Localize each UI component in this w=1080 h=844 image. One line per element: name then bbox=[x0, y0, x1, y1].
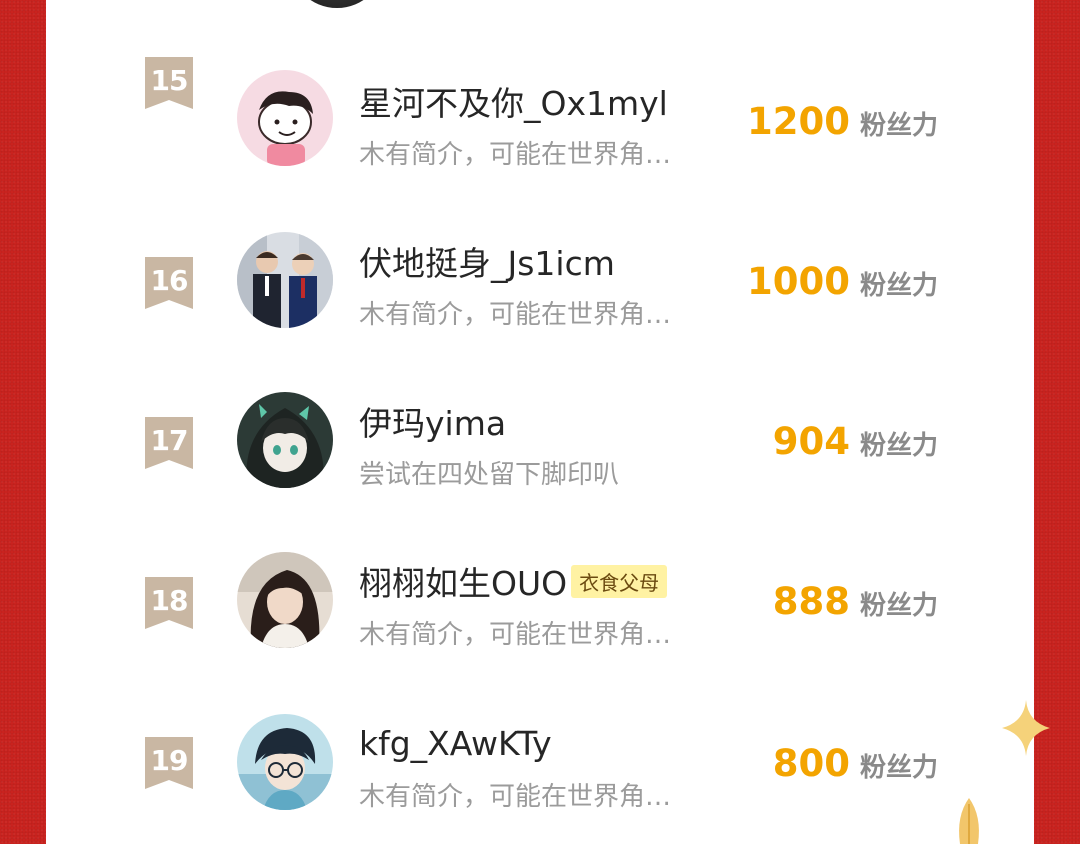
user-name[interactable]: 星河不及你_Ox1myl bbox=[359, 77, 668, 125]
rank-badge: 17 bbox=[145, 417, 193, 469]
name-line: 伊玛yima bbox=[359, 398, 506, 444]
score-value: 800 bbox=[772, 742, 850, 785]
score-unit: 粉丝力 bbox=[859, 111, 938, 141]
user-name[interactable]: kfg_XAwKTy bbox=[359, 724, 552, 763]
score-unit: 粉丝力 bbox=[859, 753, 938, 783]
anime-girl-avatar[interactable] bbox=[237, 392, 333, 488]
score-value: 1000 bbox=[747, 260, 850, 303]
rank-badge: 16 bbox=[145, 257, 193, 309]
user-bio: 木有简介，可能在世界角… bbox=[359, 782, 672, 812]
name-line: kfg_XAwKTy bbox=[359, 720, 552, 766]
leaderboard-row[interactable]: 19 kfg_XAwKTy 木有简介，可能在世界角… 800 粉丝力 bbox=[46, 640, 1034, 812]
score-unit: 粉丝力 bbox=[859, 431, 938, 461]
leaderboard-row[interactable]: 17 伊玛yima 尝试在四处留下脚印叭 904 粉丝力 bbox=[46, 320, 1034, 490]
girl-photo-avatar[interactable] bbox=[237, 552, 333, 648]
name-line: 星河不及你_Ox1myl bbox=[359, 78, 668, 124]
user-tag-badge: 衣食父母 bbox=[571, 564, 668, 598]
score-value: 904 bbox=[772, 420, 850, 463]
two-boys-photo-avatar[interactable] bbox=[237, 232, 333, 328]
score-value: 1200 bbox=[747, 100, 850, 143]
name-line: 栩栩如生OUO 衣食父母 bbox=[359, 557, 668, 605]
score-value: 888 bbox=[772, 580, 850, 623]
leaderboard-card: 15 星河不及你_Ox1myl 木有简介，可能在世界角… 1200 粉丝力 16… bbox=[46, 0, 1034, 844]
name-line: 伏地挺身_Js1icm bbox=[359, 238, 615, 284]
leaderboard-row[interactable]: 15 星河不及你_Ox1myl 木有简介，可能在世界角… 1200 粉丝力 bbox=[46, 0, 1034, 170]
sparkle-icon bbox=[1002, 700, 1050, 756]
leaderboard-row[interactable]: 16 伏地挺身_Js1icm 木有简介，可能在世界角… 1000 粉丝力 bbox=[46, 160, 1034, 330]
user-name[interactable]: 栩栩如生OUO bbox=[359, 557, 567, 605]
anime-boy-glasses-avatar[interactable] bbox=[237, 714, 333, 810]
rank-badge: 19 bbox=[145, 737, 193, 789]
rank-number: 18 bbox=[150, 584, 189, 617]
score: 904 粉丝力 bbox=[773, 420, 938, 463]
score: 800 粉丝力 bbox=[773, 742, 938, 785]
rank-number: 17 bbox=[150, 424, 189, 457]
feather-decoration-icon bbox=[959, 798, 979, 844]
rank-badge: 15 bbox=[145, 57, 193, 109]
rank-number: 19 bbox=[150, 744, 189, 777]
score: 1000 粉丝力 bbox=[747, 260, 938, 303]
leaderboard-row[interactable]: 18 栩栩如生OUO 衣食父母 木有简介，可能在世界角… 888 粉丝力 bbox=[46, 480, 1034, 650]
rank-number: 15 bbox=[150, 64, 189, 97]
user-name[interactable]: 伊玛yima bbox=[359, 397, 506, 445]
score-unit: 粉丝力 bbox=[859, 591, 938, 621]
score: 1200 粉丝力 bbox=[747, 100, 938, 143]
rank-badge: 18 bbox=[145, 577, 193, 629]
cartoon-girl-avatar[interactable] bbox=[237, 70, 333, 166]
score: 888 粉丝力 bbox=[773, 580, 938, 623]
rank-number: 16 bbox=[150, 264, 189, 297]
score-unit: 粉丝力 bbox=[859, 271, 938, 301]
user-name[interactable]: 伏地挺身_Js1icm bbox=[359, 237, 615, 285]
